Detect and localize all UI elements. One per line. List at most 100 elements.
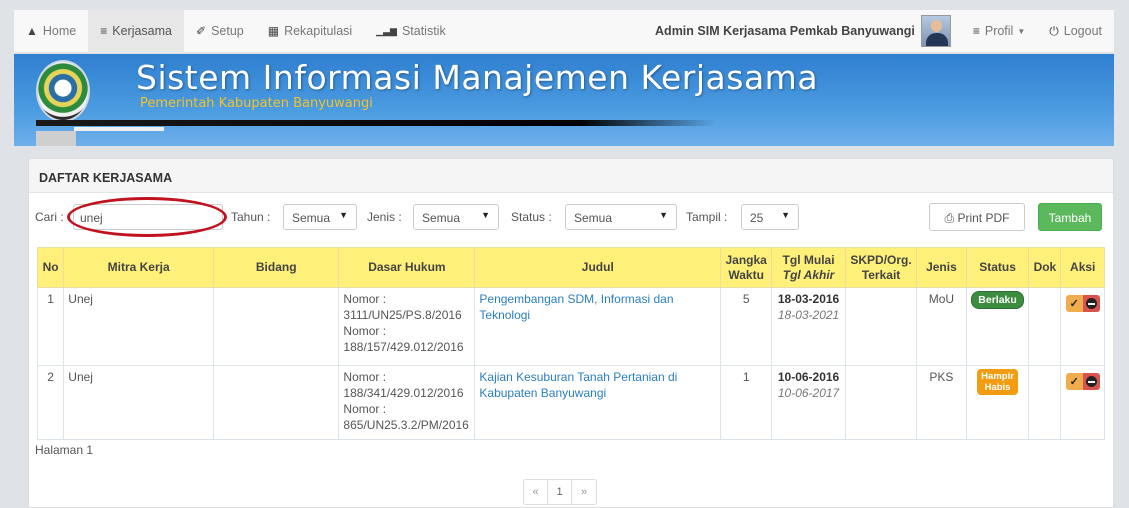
cell-jangka: 5	[720, 287, 773, 366]
dasar-line: Nomor :	[343, 324, 387, 338]
nav-setup[interactable]: ✐ Setup	[184, 10, 256, 53]
status-badge: Hampir Habis	[977, 369, 1018, 395]
power-icon: ⏻	[1049, 23, 1059, 38]
page-info: Halaman 1	[35, 443, 94, 457]
nav-kerjasama[interactable]: ≡ Kerjasama	[88, 9, 184, 53]
dasar-line: 865/UN25.3.2/PM/2016	[343, 418, 469, 432]
banyuwangi-logo	[36, 60, 90, 122]
pager-prev[interactable]: «	[524, 480, 548, 504]
tahun-value: Semua	[292, 211, 331, 225]
tampil-label: Tampil :	[686, 210, 728, 224]
nav-home[interactable]: ▲ Home	[14, 10, 88, 53]
print-icon: ⎙	[944, 211, 955, 225]
cell-aksi: ✓	[1060, 365, 1105, 440]
col-skpd: SKPD/Org. Terkait	[844, 247, 918, 288]
tgl-mulai: 18-03-2016	[777, 292, 840, 306]
col-jenis: Jenis	[916, 247, 967, 288]
col-jangka-line1: Jangka	[725, 252, 767, 267]
col-skpd-line1: SKPD/Org.	[850, 252, 912, 267]
cell-status: Berlaku	[965, 287, 1030, 366]
dasar-line: 3111/UN25/PS.8/2016	[343, 308, 462, 322]
col-tanggal: Tgl Mulai Tgl Akhir	[771, 247, 846, 288]
avatar	[920, 15, 951, 47]
col-jangka-line2: Waktu	[728, 267, 764, 282]
logout-link[interactable]: ⏻ Logout	[1037, 10, 1114, 53]
caret-down-icon: ▼	[781, 210, 790, 220]
col-dok: Dok	[1028, 247, 1062, 288]
col-mitra: Mitra Kerja	[63, 247, 214, 288]
cell-dok	[1028, 365, 1062, 440]
jenis-select[interactable]: Semua ▼	[413, 204, 499, 230]
cell-tanggal: 18-03-2016 18-03-2021	[771, 287, 846, 366]
tgl-akhir: 18-03-2021	[777, 308, 840, 322]
dasar-line: Nomor :	[343, 292, 387, 306]
caret-down-icon: ▼	[659, 210, 668, 220]
decorative-bar	[36, 120, 716, 126]
table-row: 2 Unej Nomor : 188/341/429.012/2016 Nomo…	[36, 365, 1105, 440]
cell-skpd	[844, 287, 918, 366]
decorative-bar	[36, 131, 76, 146]
cell-tanggal: 10-06-2016 10-06-2017	[771, 365, 846, 440]
edit-icon[interactable]: ✓	[1065, 373, 1083, 390]
cell-mitra: Unej	[63, 287, 214, 366]
col-no: No	[36, 247, 65, 288]
tampil-select[interactable]: 25 ▼	[741, 204, 799, 230]
cell-aksi: ✓	[1060, 287, 1105, 366]
print-pdf-label: Print PDF	[957, 211, 1010, 225]
nav-rekapitulasi-label: Rekapitulasi	[284, 24, 353, 38]
cell-judul-link[interactable]: Pengembangan SDM, Informasi dan Teknolog…	[474, 287, 722, 366]
menu-icon: ≡	[972, 24, 980, 38]
tgl-mulai: 10-06-2016	[777, 370, 840, 384]
pager-page[interactable]: 1	[548, 480, 572, 504]
decorative-bar	[74, 127, 164, 131]
cell-judul-link[interactable]: Kajian Kesuburan Tanah Pertanian di Kabu…	[474, 365, 722, 440]
cell-mitra: Unej	[63, 365, 214, 440]
app-title: Sistem Informasi Manajemen Kerjasama	[136, 58, 819, 97]
cell-jenis: PKS	[916, 365, 967, 440]
jenis-label: Jenis :	[367, 210, 402, 224]
status-badge: Berlaku	[971, 291, 1024, 309]
nav-setup-label: Setup	[211, 24, 244, 38]
cell-bidang	[212, 287, 340, 366]
cell-skpd	[844, 365, 918, 440]
user-name: Admin SIM Kerjasama Pemkab Banyuwangi	[655, 24, 915, 38]
cell-dasar-hukum: Nomor : 188/341/429.012/2016 Nomor : 865…	[338, 365, 476, 440]
action-group: ✓	[1065, 373, 1100, 390]
col-tgl-akhir: Tgl Akhir	[782, 267, 835, 282]
cell-bidang	[212, 365, 340, 440]
kerjasama-table: No Mitra Kerja Bidang Dasar Hukum Judul …	[36, 247, 1105, 440]
nav-home-label: Home	[42, 24, 77, 38]
tgl-akhir: 10-06-2017	[777, 386, 840, 400]
col-status: Status	[965, 247, 1030, 288]
cell-no: 1	[36, 287, 65, 366]
top-navbar: ▲ Home ≡ Kerjasama ✐ Setup ▦ Rekapitulas…	[14, 9, 1114, 53]
caret-down-icon: ▼	[1017, 26, 1026, 36]
col-aksi: Aksi	[1060, 247, 1105, 288]
dasar-line: 188/341/429.012/2016	[343, 386, 464, 400]
dasar-line: Nomor :	[343, 402, 387, 416]
col-jangka-waktu: Jangka Waktu	[720, 247, 773, 288]
col-skpd-line2: Terkait	[861, 267, 901, 282]
cell-no: 2	[36, 365, 65, 440]
status-select[interactable]: Semua ▼	[565, 204, 677, 230]
filter-bar: Cari : unej Tahun : Semua ▼ Jenis : Semu…	[35, 197, 1107, 237]
nav-rekapitulasi[interactable]: ▦ Rekapitulasi	[256, 10, 364, 53]
delete-icon[interactable]	[1082, 373, 1100, 390]
tambah-button[interactable]: Tambah	[1038, 203, 1102, 231]
search-input[interactable]: unej	[73, 204, 223, 230]
profil-label: Profil	[984, 24, 1014, 38]
table-row: 1 Unej Nomor : 3111/UN25/PS.8/2016 Nomor…	[36, 287, 1105, 366]
print-pdf-button[interactable]: ⎙ Print PDF	[929, 203, 1025, 231]
col-bidang: Bidang	[212, 247, 340, 288]
logout-label: Logout	[1063, 24, 1102, 38]
nav-statistik[interactable]: ▁▃▆ Statistik	[364, 10, 458, 53]
edit-icon[interactable]: ✓	[1065, 295, 1083, 312]
bar-chart-icon: ▁▃▆	[376, 25, 397, 36]
panel-title: DAFTAR KERJASAMA	[29, 159, 1113, 193]
pager-next[interactable]: »	[572, 480, 596, 504]
delete-icon[interactable]	[1082, 295, 1100, 312]
tahun-select[interactable]: Semua ▼	[283, 204, 357, 230]
caret-down-icon: ▼	[339, 210, 348, 220]
profil-dropdown[interactable]: ≡ Profil ▼	[961, 10, 1037, 53]
tahun-label: Tahun :	[231, 210, 271, 224]
